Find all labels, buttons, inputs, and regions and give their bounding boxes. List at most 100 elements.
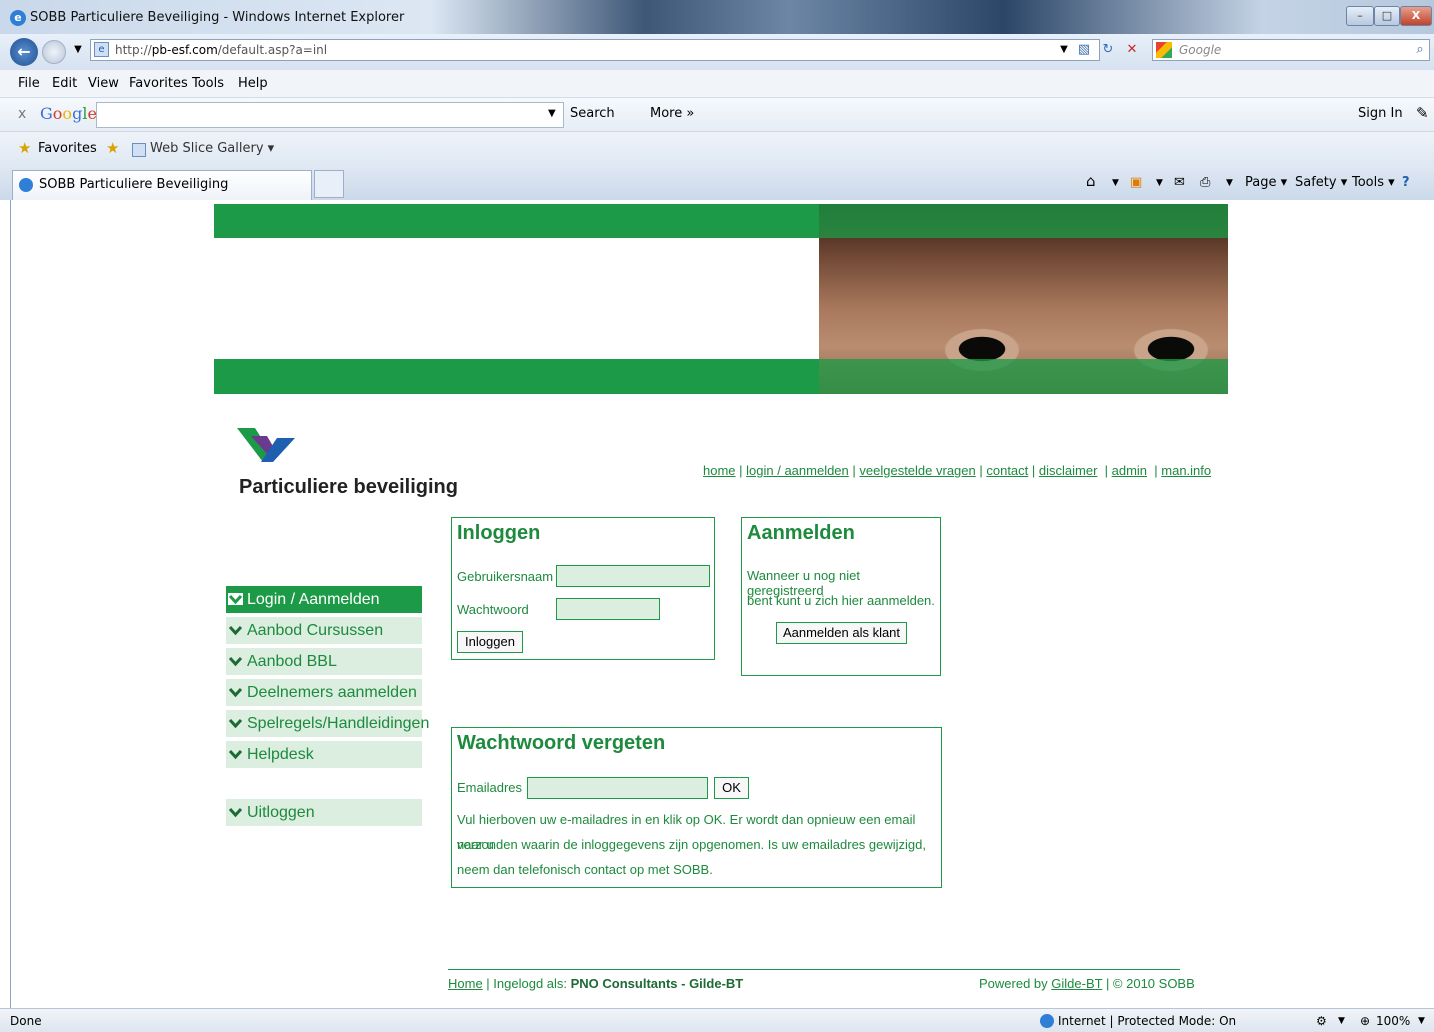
google-search-provider-icon [1156, 42, 1172, 58]
web-slice-gallery[interactable]: Web Slice Gallery ▾ [150, 141, 274, 156]
footer-right: Powered by Gilde-BT | © 2010 SOBB [979, 976, 1195, 991]
safety-menu[interactable]: Safety ▾ [1295, 175, 1347, 190]
ie-logo-icon: e [10, 10, 26, 26]
search-icon[interactable]: ⌕ [1410, 40, 1430, 60]
print-dropdown-icon[interactable]: ▼ [1226, 178, 1233, 188]
add-favorite-icon[interactable]: ★ [106, 139, 119, 157]
register-panel: Aanmelden Wanneer u nog niet geregistree… [741, 517, 941, 676]
nav-item-login[interactable]: Login / Aanmelden [226, 586, 422, 613]
favorites-button[interactable]: Favorites [38, 141, 97, 156]
footer-copyright: | © 2010 SOBB [1102, 976, 1195, 991]
nav-item-label: Spelregels/Handleidingen [247, 715, 430, 732]
forgot-text-line3: neem dan telefonisch contact op met SOBB… [457, 862, 713, 877]
favorites-bar: ★ Favorites ★ Web Slice Gallery ▾ [0, 132, 1434, 166]
footer-home-link[interactable]: Home [448, 976, 483, 991]
feeds-dropdown-icon[interactable]: ▼ [1156, 178, 1163, 188]
back-button[interactable]: ← [10, 38, 38, 66]
password-input[interactable] [556, 598, 660, 620]
register-button[interactable]: Aanmelden als klant [776, 622, 907, 644]
toplink-admin[interactable]: admin [1112, 463, 1147, 478]
brand-logo-icon [237, 428, 295, 462]
nav-item-bbl[interactable]: Aanbod BBL [226, 648, 422, 675]
toolbar-more-button[interactable]: More » [650, 106, 694, 121]
menu-favorites[interactable]: Favorites [129, 76, 188, 91]
nav-item-label: Deelnemers aanmelden [247, 684, 417, 701]
toplink-home[interactable]: home [703, 463, 736, 478]
nav-item-label: Aanbod Cursussen [247, 622, 384, 639]
banner-eyes-image [819, 204, 1228, 394]
refresh-icon[interactable]: ↻ [1098, 40, 1118, 60]
username-label: Gebruikersnaam [457, 569, 554, 584]
security-zone[interactable]: Internet | Protected Mode: On [1058, 1014, 1236, 1028]
new-tab-button[interactable] [314, 170, 344, 198]
login-button[interactable]: Inloggen [457, 631, 523, 653]
web-slice-icon [132, 143, 146, 157]
chevron-down-icon [228, 625, 243, 636]
internet-zone-icon [1040, 1014, 1054, 1028]
chevron-down-icon [228, 593, 243, 605]
nav-item-helpdesk[interactable]: Helpdesk [226, 741, 422, 768]
read-mail-icon[interactable]: ✉ [1174, 175, 1185, 190]
feeds-icon[interactable]: ▣ [1130, 175, 1142, 190]
toolbar-close-icon[interactable]: x [18, 106, 26, 122]
minimize-button[interactable]: – [1346, 6, 1374, 26]
status-text: Done [10, 1014, 42, 1028]
sign-in-button[interactable]: Sign In [1358, 106, 1403, 121]
address-dropdown-icon[interactable]: ▼ [1054, 40, 1074, 60]
menu-edit[interactable]: Edit [52, 76, 77, 91]
footer-powered-prefix: Powered by [979, 976, 1052, 991]
menu-file[interactable]: File [18, 76, 40, 91]
close-button[interactable]: X [1400, 6, 1432, 26]
toplink-disclaimer[interactable]: disclaimer [1039, 463, 1098, 478]
search-input[interactable]: Google [1152, 39, 1430, 61]
home-dropdown-icon[interactable]: ▼ [1112, 178, 1119, 188]
home-icon[interactable]: ⌂ [1086, 172, 1096, 190]
nav-item-uitloggen[interactable]: Uitloggen [226, 799, 422, 826]
page-icon: e [94, 42, 109, 57]
wrench-icon[interactable]: ✎ [1416, 104, 1429, 122]
forward-button[interactable] [42, 40, 66, 64]
register-text-line2: bent kunt u zich hier aanmelden. [747, 593, 935, 608]
stop-icon[interactable]: ✕ [1122, 40, 1142, 60]
toplink-contact[interactable]: contact [986, 463, 1028, 478]
top-links: home | login / aanmelden | veelgestelde … [703, 463, 1212, 478]
ok-button[interactable]: OK [714, 777, 749, 799]
address-input[interactable]: http://pb-esf.com/default.asp?a=inl [90, 39, 1100, 61]
window-title: SOBB Particuliere Beveiliging - Windows … [30, 10, 405, 25]
username-input[interactable] [556, 565, 710, 587]
menu-tools[interactable]: Tools [192, 76, 224, 91]
register-title: Aanmelden [747, 522, 855, 544]
nav-item-deelnemers[interactable]: Deelnemers aanmelden [226, 679, 422, 706]
status-dropdown-icon[interactable]: ▼ [1338, 1016, 1345, 1026]
toolbar-dropdown-icon[interactable]: ▼ [548, 108, 556, 119]
footer-powered-link[interactable]: Gilde-BT [1051, 976, 1102, 991]
status-bar: Done Internet | Protected Mode: On ⚙ ▼ ⊕… [0, 1008, 1434, 1032]
compatibility-icon[interactable]: ▧ [1074, 40, 1094, 60]
google-toolbar-input[interactable] [96, 102, 564, 128]
menu-help[interactable]: Help [238, 76, 268, 91]
toplink-faq[interactable]: veelgestelde vragen [859, 463, 975, 478]
toolbar-search-button[interactable]: Search [570, 106, 615, 121]
toplink-maninfo[interactable]: man.info [1161, 463, 1211, 478]
page-menu[interactable]: Page ▾ [1245, 175, 1287, 190]
help-icon[interactable]: ? [1402, 175, 1410, 190]
zoom-dropdown-icon[interactable]: ▼ [1418, 1016, 1425, 1026]
nav-item-spelregels[interactable]: Spelregels/Handleidingen [226, 710, 429, 737]
menu-view[interactable]: View [88, 76, 119, 91]
url-path: /default.asp?a=inl [217, 43, 328, 57]
nav-item-cursussen[interactable]: Aanbod Cursussen [226, 617, 422, 644]
toplink-login[interactable]: login / aanmelden [746, 463, 849, 478]
tools-menu[interactable]: Tools ▾ [1352, 175, 1395, 190]
nav-item-label: Helpdesk [247, 746, 314, 763]
print-icon[interactable]: ⎙ [1200, 175, 1210, 190]
favorites-star-icon: ★ [18, 139, 32, 157]
maximize-button[interactable]: □ [1374, 6, 1400, 26]
tab-ie-icon [19, 178, 33, 192]
login-panel: Inloggen Gebruikersnaam Wachtwoord Inlog… [451, 517, 715, 660]
history-dropdown-icon[interactable]: ▼ [68, 40, 88, 60]
protected-mode-icon[interactable]: ⚙ [1316, 1014, 1327, 1028]
email-input[interactable] [527, 777, 708, 799]
tab-active[interactable]: SOBB Particuliere Beveiliging [12, 170, 312, 200]
zoom-level[interactable]: 100% [1376, 1014, 1410, 1028]
chevron-down-icon [228, 807, 243, 818]
